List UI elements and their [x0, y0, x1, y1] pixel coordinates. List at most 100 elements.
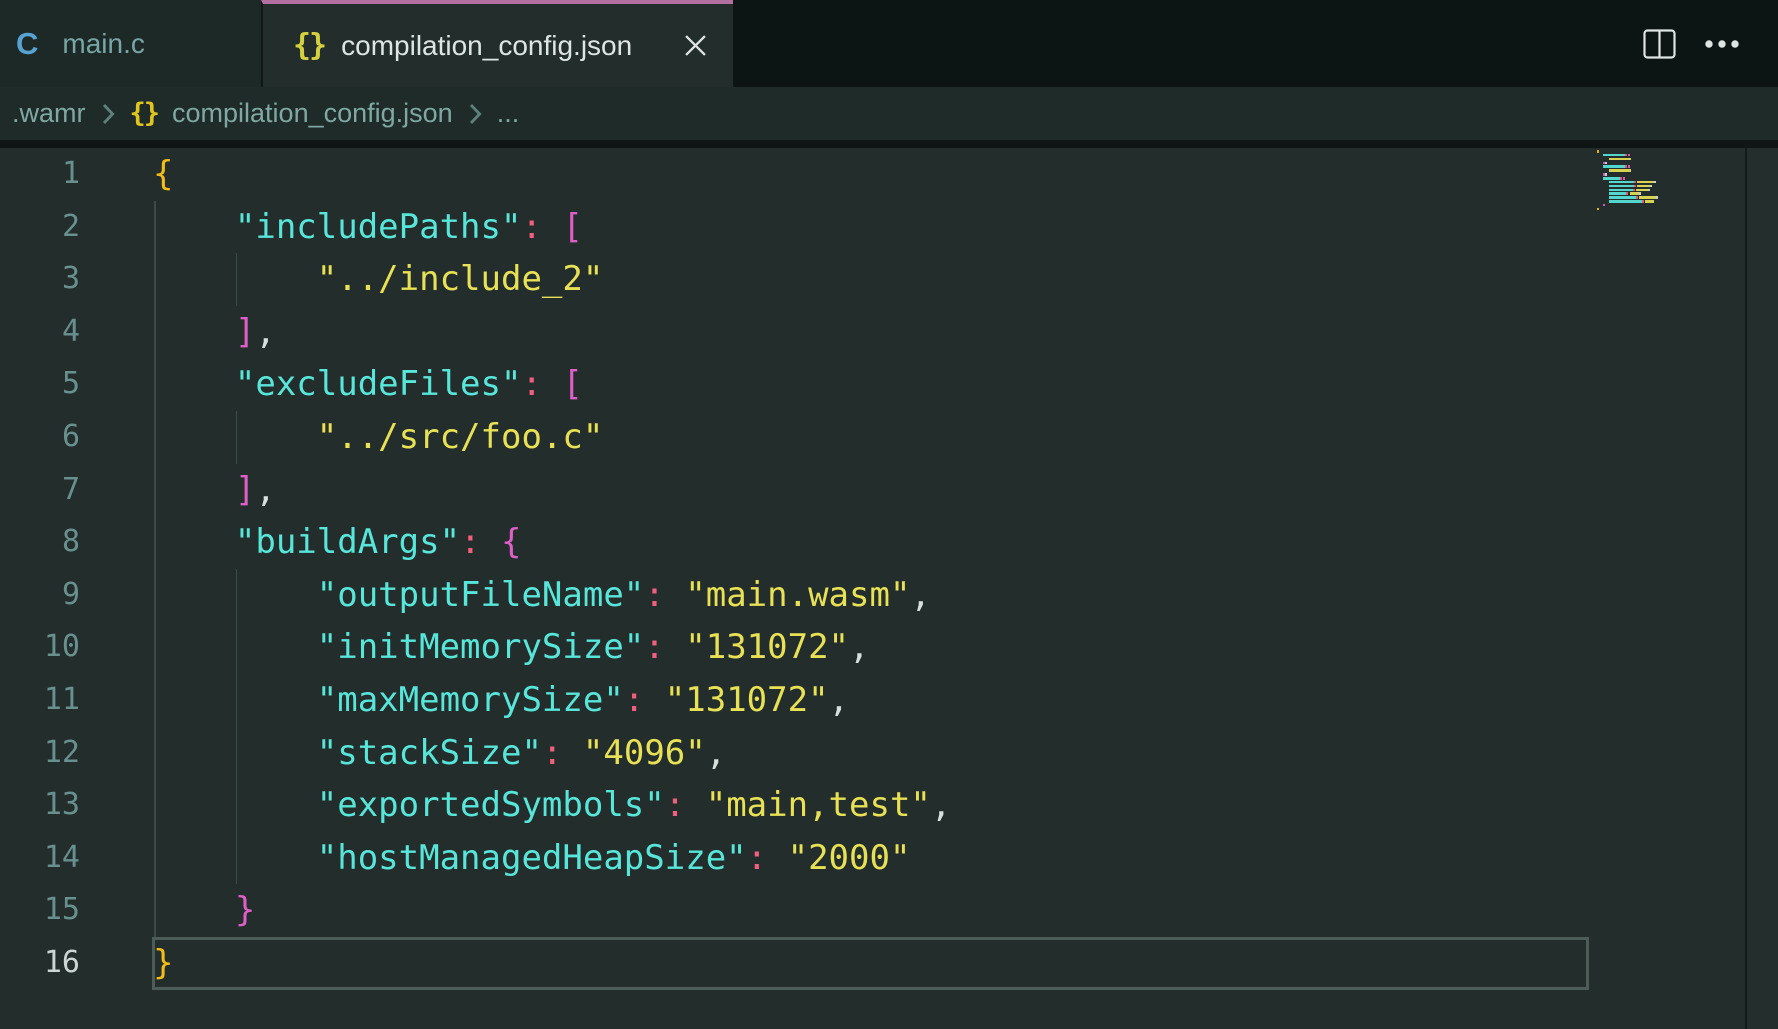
- minimap[interactable]: [1589, 148, 1745, 1029]
- minimap-line: [1597, 208, 1599, 211]
- line-number: 15: [0, 884, 153, 937]
- indent-guide: [236, 411, 238, 464]
- minimap-line: [1654, 181, 1656, 184]
- line-number: 12: [0, 727, 153, 780]
- minimap-line: [1636, 189, 1648, 192]
- code-line[interactable]: 2 "includePaths": [: [0, 201, 1778, 254]
- code-text: "maxMemorySize": "131072",: [153, 674, 849, 727]
- indent-guide: [154, 884, 156, 937]
- minimap-line: [1609, 181, 1634, 184]
- indent-guide: [236, 832, 238, 885]
- indent-guide: [236, 779, 238, 832]
- indent-guide: [154, 411, 156, 464]
- line-number: 7: [0, 464, 153, 517]
- code-line[interactable]: 4 ],: [0, 306, 1778, 359]
- line-number: 8: [0, 516, 153, 569]
- code-line[interactable]: 6 "../src/foo.c": [0, 411, 1778, 464]
- code-line[interactable]: 1{: [0, 148, 1778, 201]
- split-editor-icon[interactable]: [1643, 29, 1676, 59]
- indent-guide: [154, 779, 156, 832]
- minimap-line: [1605, 173, 1607, 176]
- line-number: 4: [0, 306, 153, 359]
- code-line[interactable]: 9 "outputFileName": "main.wasm",: [0, 569, 1778, 622]
- code-text: ],: [153, 464, 276, 517]
- minimap-line: [1609, 185, 1634, 188]
- line-number: 13: [0, 779, 153, 832]
- minimap-line: [1628, 165, 1630, 168]
- minimap-line: [1609, 192, 1626, 195]
- minimap-line: [1634, 181, 1636, 184]
- code-lines: 1{2 "includePaths": [3 "../include_2"4 ]…: [0, 148, 1778, 990]
- minimap-line: [1639, 192, 1641, 195]
- minimap-line: [1637, 181, 1654, 184]
- code-text: {: [153, 148, 173, 201]
- indent-guide: [154, 201, 156, 254]
- indent-guide: [154, 674, 156, 727]
- indent-guide: [154, 464, 156, 517]
- minimap-line: [1639, 196, 1656, 199]
- more-actions-icon[interactable]: [1704, 39, 1740, 49]
- line-number: 3: [0, 253, 153, 306]
- code-line[interactable]: 14 "hostManagedHeapSize": "2000": [0, 832, 1778, 885]
- code-line[interactable]: 5 "excludeFiles": [: [0, 358, 1778, 411]
- code-line[interactable]: 16}: [0, 937, 1778, 990]
- minimap-line: [1628, 154, 1630, 157]
- vertical-scrollbar[interactable]: [1747, 148, 1778, 1029]
- editor-actions: [1643, 0, 1778, 87]
- code-text: "initMemorySize": "131072",: [153, 621, 870, 674]
- minimap-line: [1609, 200, 1642, 203]
- indent-guide: [236, 674, 238, 727]
- code-text: "excludeFiles": [: [153, 358, 583, 411]
- breadcrumb-symbol-more[interactable]: ...: [497, 98, 520, 129]
- chevron-right-icon: [100, 102, 116, 126]
- editor-group: C main.c {} compilation_config.json: [0, 0, 1778, 1029]
- minimap-line: [1609, 196, 1635, 199]
- tab-compilation-config-json[interactable]: {} compilation_config.json: [261, 0, 733, 87]
- chevron-right-icon: [467, 102, 483, 126]
- indent-guide: [154, 253, 156, 306]
- line-number: 2: [0, 201, 153, 254]
- minimap-line: [1609, 169, 1631, 172]
- code-editor[interactable]: 1{2 "includePaths": [3 "../include_2"4 ]…: [0, 148, 1778, 1029]
- minimap-line: [1620, 177, 1622, 180]
- code-line[interactable]: 8 "buildArgs": {: [0, 516, 1778, 569]
- code-text: }: [153, 937, 173, 990]
- code-text: }: [153, 884, 255, 937]
- code-line[interactable]: 7 ],: [0, 464, 1778, 517]
- line-number: 10: [0, 621, 153, 674]
- code-text: ],: [153, 306, 276, 359]
- tab-main-c[interactable]: C main.c: [0, 0, 261, 87]
- minimap-line: [1636, 196, 1638, 199]
- code-line[interactable]: 10 "initMemorySize": "131072",: [0, 621, 1778, 674]
- line-number: 6: [0, 411, 153, 464]
- minimap-line: [1626, 192, 1628, 195]
- indent-guide: [154, 516, 156, 569]
- minimap-line: [1642, 200, 1644, 203]
- line-number: 9: [0, 569, 153, 622]
- code-line[interactable]: 15 }: [0, 884, 1778, 937]
- code-text: "exportedSymbols": "main,test",: [153, 779, 951, 832]
- code-line[interactable]: 12 "stackSize": "4096",: [0, 727, 1778, 780]
- c-language-icon: C: [16, 26, 38, 62]
- code-text: "includePaths": [: [153, 201, 583, 254]
- indent-guide: [236, 727, 238, 780]
- minimap-line: [1609, 158, 1631, 161]
- minimap-line: [1625, 165, 1627, 168]
- line-number: 1: [0, 148, 153, 201]
- breadcrumb-file[interactable]: compilation_config.json: [172, 98, 453, 129]
- code-line[interactable]: 13 "exportedSymbols": "main,test",: [0, 779, 1778, 832]
- close-tab-icon[interactable]: [682, 32, 709, 59]
- minimap-line: [1605, 162, 1607, 165]
- minimap-line: [1634, 185, 1636, 188]
- indent-guide: [236, 253, 238, 306]
- line-number: 5: [0, 358, 153, 411]
- minimap-line: [1637, 185, 1649, 188]
- breadcrumb-folder[interactable]: .wamr: [12, 98, 86, 129]
- editor-top-shadow: [0, 140, 1778, 148]
- breadcrumb: .wamr {} compilation_config.json ...: [0, 87, 1778, 140]
- code-line[interactable]: 3 "../include_2": [0, 253, 1778, 306]
- minimap-line: [1603, 204, 1605, 207]
- code-line[interactable]: 11 "maxMemorySize": "131072",: [0, 674, 1778, 727]
- minimap-line: [1623, 177, 1625, 180]
- code-text: "outputFileName": "main.wasm",: [153, 569, 931, 622]
